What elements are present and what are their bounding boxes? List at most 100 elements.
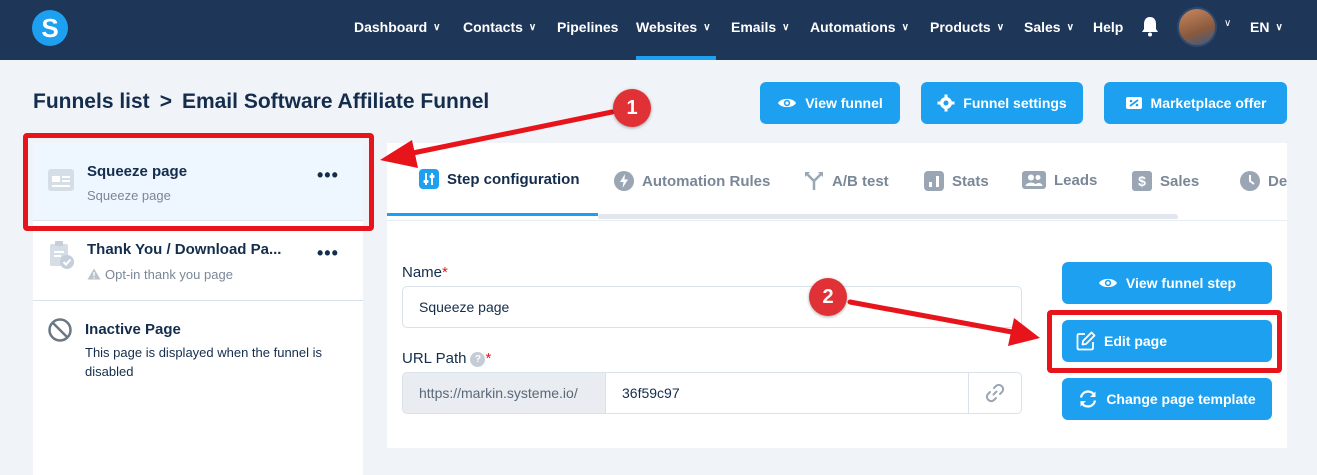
chevron-down-icon: ∨ (996, 22, 1005, 33)
chevron-down-icon: ∨ (703, 22, 711, 33)
nav-dashboard[interactable]: Dashboard ∨ (354, 0, 440, 60)
tab-ab-test[interactable]: A/B test (804, 171, 889, 191)
dollar-icon: $ (1132, 171, 1152, 191)
required-mark: * (442, 264, 448, 281)
gear-icon (937, 94, 955, 112)
chevron-down-icon: ∨ (782, 22, 790, 33)
ticket-icon (1125, 97, 1142, 109)
breadcrumb: Funnels list > Email Software Affiliate Fu… (33, 90, 489, 114)
nav-automations[interactable]: Automations ∨ (810, 0, 909, 60)
chevron-down-icon: ∨ (528, 22, 537, 33)
name-input-value: Squeeze page (419, 299, 510, 315)
page-title: Email Software Affiliate Funnel (181, 90, 490, 113)
name-label: Name* (402, 264, 448, 281)
tab-stats-label: Stats (952, 172, 989, 190)
url-prefix: https://markin.systeme.io/ (402, 372, 606, 414)
annotation-badge-1: 1 (613, 89, 651, 127)
nav-sales-label: Sales (1024, 19, 1061, 35)
marketplace-offer-button[interactable]: Marketplace offer (1104, 82, 1287, 124)
step-description-line-1: This page is displayed when the funnel i… (85, 345, 323, 360)
funnel-settings-label: Funnel settings (963, 95, 1067, 111)
url-path-input[interactable]: 36f59c97 (605, 372, 969, 414)
nav-help[interactable]: Help (1093, 0, 1123, 60)
nav-products[interactable]: Products ∨ (930, 0, 1004, 60)
eye-icon (1098, 278, 1117, 288)
breadcrumb-funnels-list[interactable]: Funnels list (33, 90, 150, 113)
change-page-template-button[interactable]: Change page template (1062, 378, 1272, 420)
bell-icon[interactable] (1140, 15, 1160, 37)
view-funnel-label: View funnel (805, 95, 883, 111)
tab-divider (387, 220, 1287, 221)
tab-leads[interactable]: Leads (1022, 171, 1097, 189)
tabs-scrollbar[interactable] (598, 214, 1178, 219)
eye-icon (778, 98, 797, 108)
tab-ab-test-label: A/B test (832, 172, 889, 190)
help-icon[interactable]: ? (470, 352, 486, 367)
language-selector[interactable]: EN ∨ (1250, 0, 1283, 60)
view-funnel-button[interactable]: View funnel (760, 82, 900, 124)
name-input[interactable]: Squeeze page (402, 286, 1022, 328)
nav-websites-label: Websites (636, 19, 698, 35)
tab-bar: Step configuration Automation Rules A/B … (387, 143, 1287, 219)
tab-details-label: De (1268, 172, 1287, 190)
tab-stats[interactable]: Stats (924, 171, 989, 191)
tab-leads-label: Leads (1054, 171, 1098, 189)
chevron-down-icon: ∨ (1066, 22, 1074, 33)
systeme-logo[interactable]: S (32, 10, 68, 46)
step-subtitle-row: Opt-in thank you page (87, 267, 233, 282)
chevron-down-icon: ∨ (1275, 22, 1283, 33)
step-subtitle: Opt-in thank you page (105, 267, 233, 282)
url-path-label: URL Path? * (402, 350, 491, 367)
nav-emails[interactable]: Emails ∨ (731, 0, 789, 60)
funnel-settings-button[interactable]: Funnel settings (921, 82, 1083, 124)
nav-pipelines-label: Pipelines (557, 19, 619, 35)
tab-details[interactable]: De (1240, 171, 1287, 191)
step-description-line-2: disabled (85, 364, 134, 379)
view-funnel-step-label: View funnel step (1125, 275, 1237, 291)
nav-dashboard-label: Dashboard (354, 19, 428, 35)
active-tab-indicator (387, 213, 598, 216)
sliders-icon (419, 169, 439, 189)
url-prefix-text: https://markin.systeme.io/ (419, 385, 578, 401)
svg-text:$: $ (1138, 173, 1146, 189)
top-navigation-bar: S Dashboard ∨ Contacts ∨ Pipelines Website… (0, 0, 1317, 60)
copy-link-button[interactable] (968, 372, 1022, 414)
nav-automations-label: Automations (810, 19, 896, 35)
required-mark: * (485, 350, 492, 367)
breadcrumb-separator: > (159, 90, 172, 113)
nav-sales[interactable]: Sales ∨ (1024, 0, 1074, 60)
tab-sales-label: Sales (1160, 172, 1200, 190)
chevron-down-icon: ∨ (901, 22, 909, 33)
marketplace-offer-label: Marketplace offer (1150, 95, 1267, 111)
step-title: Inactive Page (85, 321, 181, 338)
nav-help-label: Help (1093, 19, 1124, 35)
view-funnel-step-button[interactable]: View funnel step (1062, 262, 1272, 304)
nav-websites[interactable]: Websites ∨ (636, 0, 716, 60)
step-title: Thank You / Download Pa... (87, 241, 282, 258)
users-icon (1022, 171, 1046, 189)
name-label-text: Name (402, 264, 443, 281)
nav-pipelines[interactable]: Pipelines (557, 0, 618, 60)
language-label: EN (1250, 19, 1270, 35)
refresh-icon (1080, 390, 1097, 408)
bar-chart-icon (924, 171, 944, 191)
url-path-value: 36f59c97 (622, 385, 680, 401)
bolt-icon (614, 171, 634, 191)
chevron-down-icon: ∨ (433, 22, 441, 33)
tab-sales[interactable]: $ Sales (1132, 171, 1199, 191)
annotation-badge-2: 2 (809, 278, 847, 316)
more-options-icon[interactable]: ••• (317, 243, 339, 264)
funnel-step-thank-you[interactable]: Thank You / Download Pa... Opt-in thank … (33, 223, 363, 301)
clipboard-check-icon (50, 241, 74, 269)
url-path-label-text: URL Path (402, 350, 467, 367)
avatar[interactable] (1177, 7, 1217, 47)
tab-step-configuration[interactable]: Step configuration (419, 169, 580, 189)
annotation-highlight-step (23, 133, 374, 231)
clock-icon (1240, 171, 1260, 191)
nav-products-label: Products (930, 19, 991, 35)
nav-contacts[interactable]: Contacts ∨ (463, 0, 536, 60)
funnel-step-inactive-page[interactable]: Inactive Page This page is displayed whe… (33, 302, 363, 402)
tab-automation-rules[interactable]: Automation Rules (614, 171, 770, 191)
tab-step-configuration-label: Step configuration (447, 170, 580, 188)
chevron-down-icon[interactable]: ∨ (1224, 18, 1231, 29)
